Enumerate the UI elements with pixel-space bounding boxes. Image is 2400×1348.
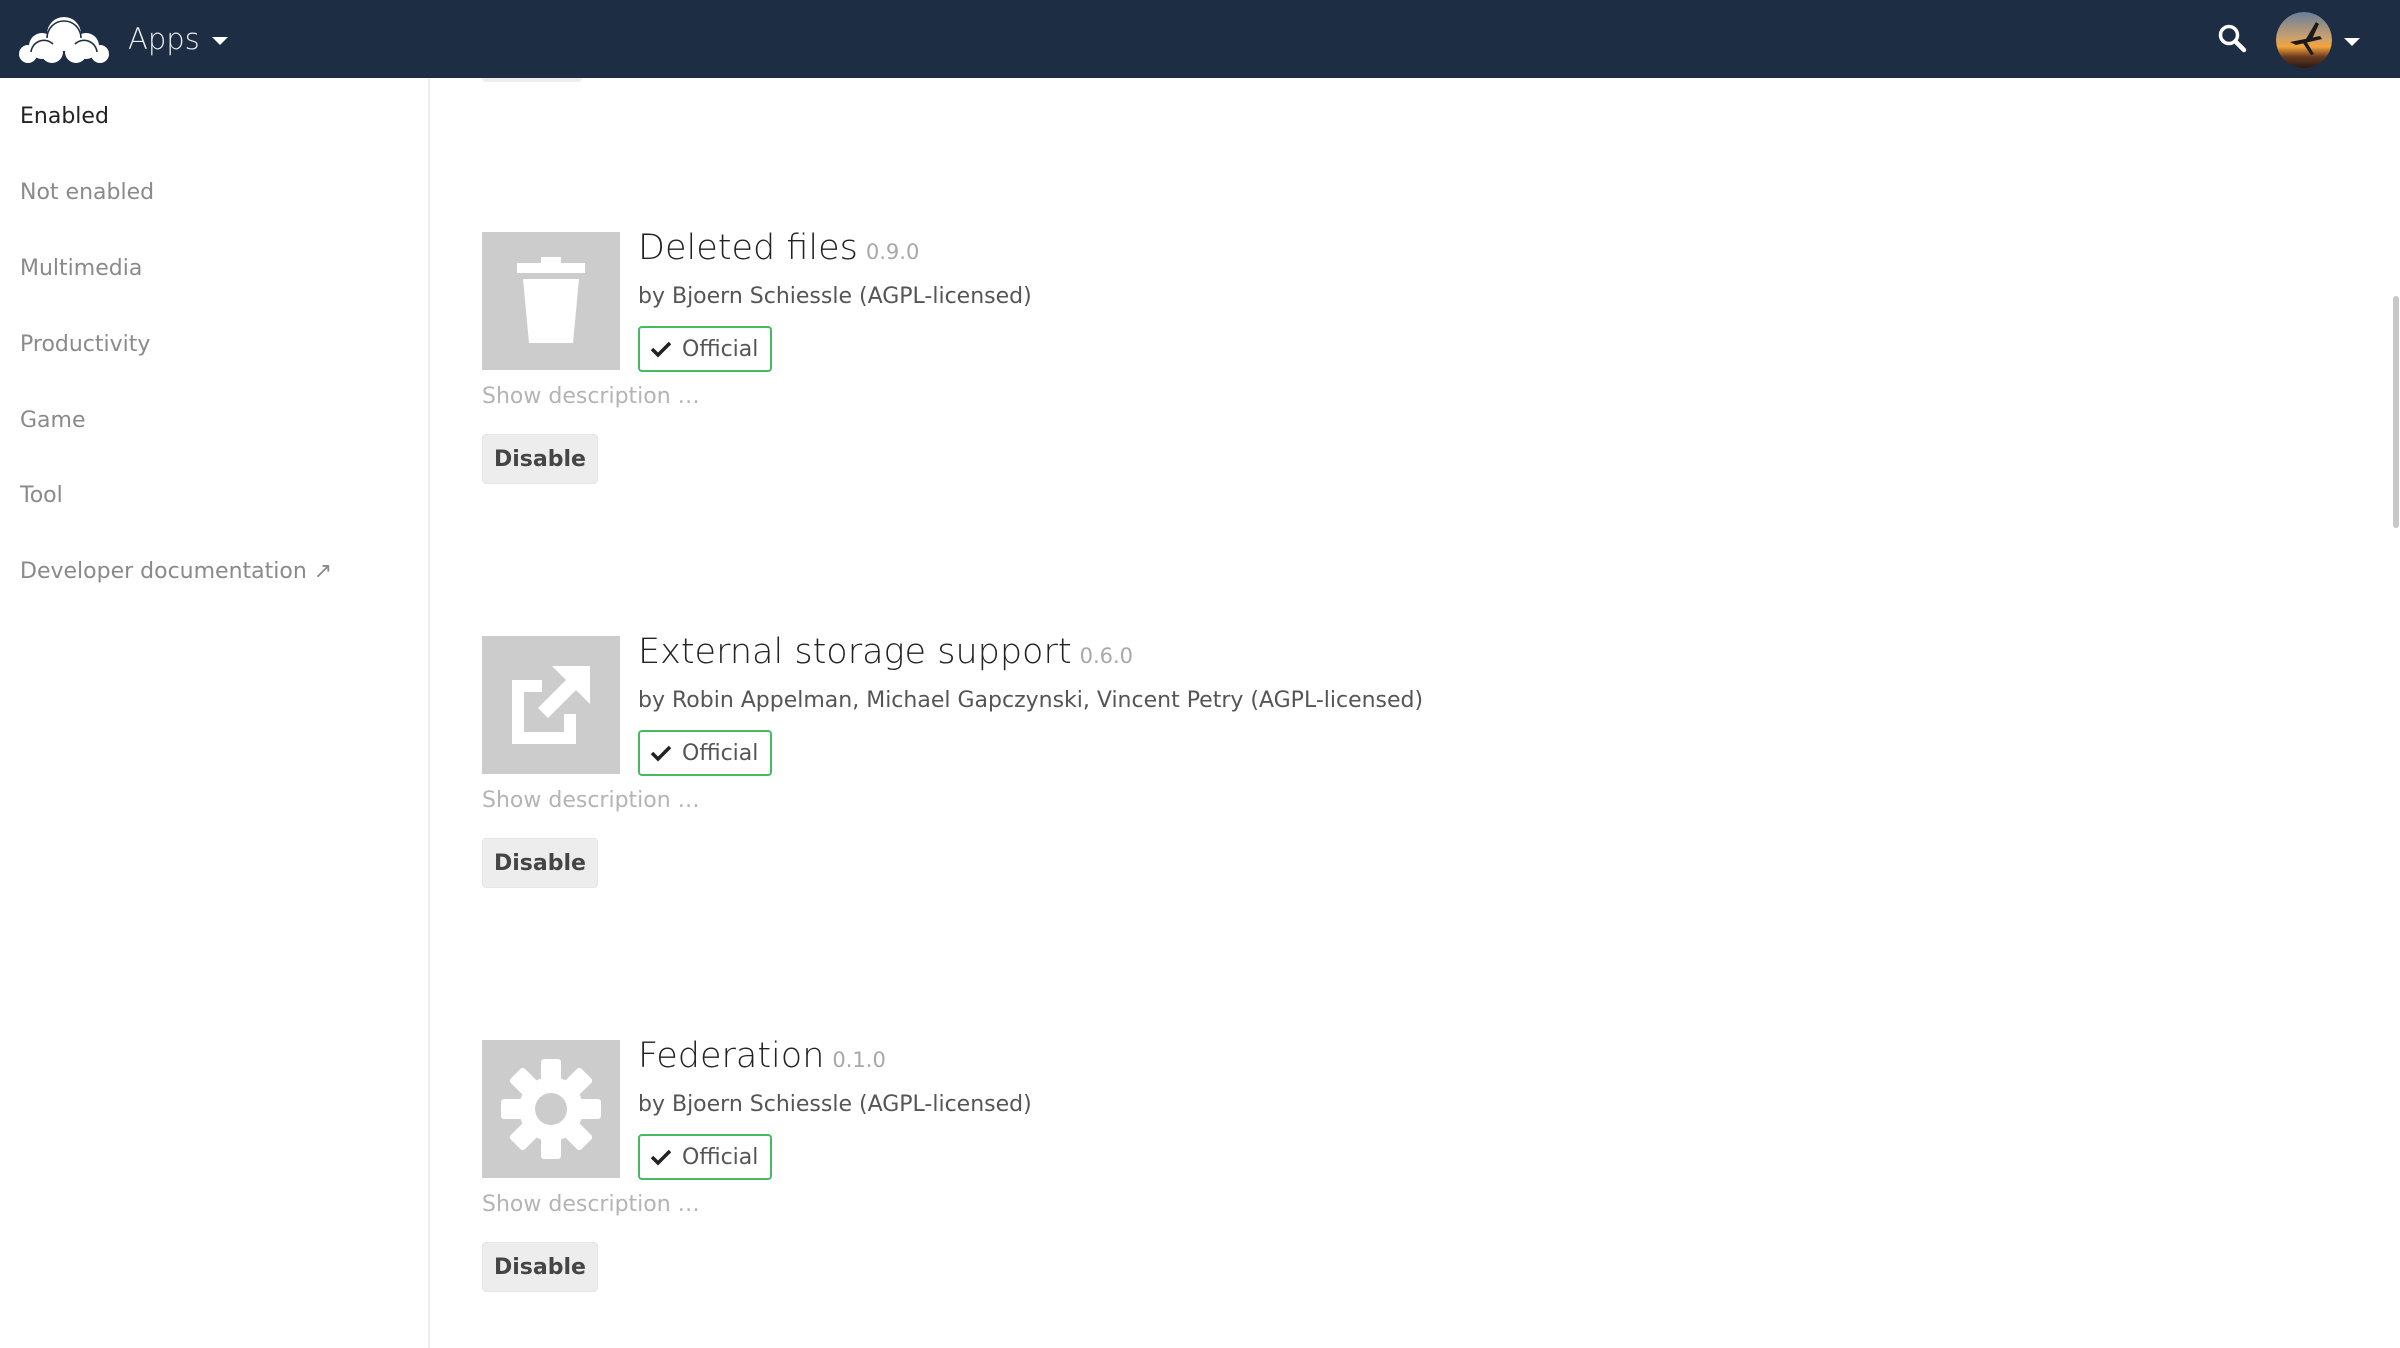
- show-description-link[interactable]: Show description …: [482, 788, 700, 813]
- disable-button[interactable]: Disable: [482, 1242, 598, 1292]
- trash-icon: [517, 257, 585, 343]
- sidebar-item-productivity[interactable]: Productivity: [20, 332, 150, 357]
- disable-button[interactable]: Disable: [482, 434, 598, 484]
- app-name: Federation: [638, 1036, 825, 1076]
- app-title-row: Deleted files 0.9.0: [638, 228, 919, 268]
- sidebar-item-developer-documentation[interactable]: Developer documentation ↗: [20, 559, 332, 584]
- app-content: Deleted files 0.9.0 by Bjoern Schiessle …: [432, 78, 2400, 1348]
- app-title-row: External storage support 0.6.0: [638, 632, 1133, 672]
- official-badge-label: Official: [682, 740, 759, 766]
- app-author: by Robin Appelman, Michael Gapczynski, V…: [638, 688, 1424, 713]
- sidebar-item-enabled[interactable]: Enabled: [20, 104, 109, 129]
- app-entry-external-storage-support: External storage support 0.6.0 by Robin …: [482, 632, 1882, 936]
- official-badge: Official: [638, 730, 773, 776]
- apps-menu-toggle[interactable]: Apps: [128, 0, 228, 78]
- owncloud-logo-icon[interactable]: [18, 12, 110, 66]
- previous-app-button-edge: [482, 78, 582, 82]
- app-entry-federation: Federation 0.1.0 by Bjoern Schiessle (AG…: [482, 1036, 1882, 1340]
- gear-icon: [501, 1059, 601, 1159]
- official-badge: Official: [638, 1134, 773, 1180]
- checkmark-icon: [650, 1149, 672, 1166]
- app-author: by Bjoern Schiessle (AGPL-licensed): [638, 284, 1032, 309]
- show-description-link[interactable]: Show description …: [482, 384, 700, 409]
- avatar: [2276, 12, 2332, 68]
- show-description-link[interactable]: Show description …: [482, 1192, 700, 1217]
- official-badge-label: Official: [682, 1144, 759, 1170]
- app-version: 0.1.0: [832, 1048, 886, 1072]
- app-navigation: Enabled Not enabled Multimedia Productiv…: [0, 78, 430, 1348]
- checkmark-icon: [650, 341, 672, 358]
- user-menu-toggle[interactable]: [2276, 12, 2360, 68]
- app-icon: [482, 636, 620, 774]
- checkmark-icon: [650, 745, 672, 762]
- app-icon: [482, 1040, 620, 1178]
- official-badge-label: Official: [682, 336, 759, 362]
- apps-menu-label: Apps: [128, 22, 200, 56]
- disable-button[interactable]: Disable: [482, 838, 598, 888]
- app-icon: [482, 232, 620, 370]
- app-version: 0.6.0: [1079, 644, 1134, 668]
- app-title-row: Federation 0.1.0: [638, 1036, 886, 1076]
- app-name: External storage support: [638, 632, 1072, 672]
- official-badge: Official: [638, 326, 773, 372]
- caret-down-icon: [2344, 38, 2360, 46]
- sidebar-item-not-enabled[interactable]: Not enabled: [20, 180, 154, 205]
- app-version: 0.9.0: [865, 240, 920, 264]
- app-author: by Bjoern Schiessle (AGPL-licensed): [638, 1092, 1032, 1117]
- app-entry-deleted-files: Deleted files 0.9.0 by Bjoern Schiessle …: [482, 228, 1882, 532]
- sidebar-item-tool[interactable]: Tool: [20, 483, 63, 508]
- scrollbar-thumb[interactable]: [2393, 296, 2399, 528]
- search-icon[interactable]: [2216, 22, 2250, 56]
- app-name: Deleted files: [638, 228, 858, 268]
- external-link-icon: [512, 666, 590, 744]
- caret-down-icon: [211, 37, 228, 45]
- scrollbar-track[interactable]: [2392, 78, 2400, 1348]
- header-bar: Apps: [0, 0, 2400, 78]
- sidebar-item-multimedia[interactable]: Multimedia: [20, 256, 142, 281]
- sidebar-item-game[interactable]: Game: [20, 408, 86, 433]
